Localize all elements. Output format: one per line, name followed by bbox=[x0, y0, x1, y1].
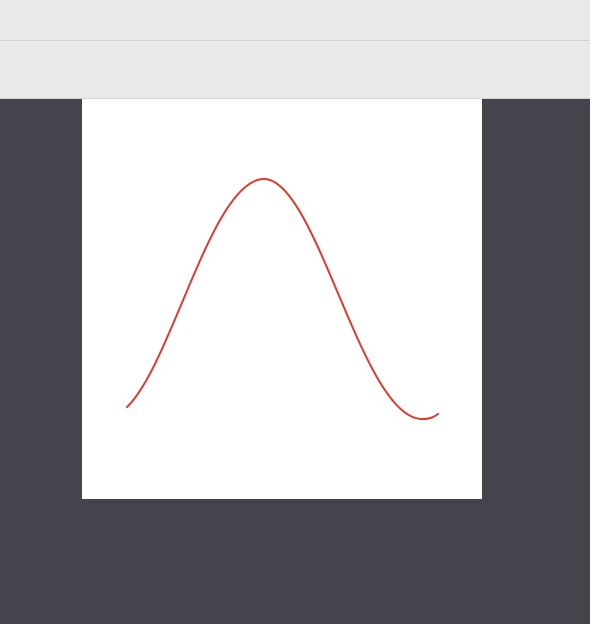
artboard[interactable] bbox=[82, 99, 482, 499]
canvas-workspace[interactable] bbox=[0, 99, 590, 624]
bell-curve-path[interactable] bbox=[126, 177, 439, 421]
artboard-drawing bbox=[126, 177, 439, 421]
options-toolbar bbox=[0, 41, 590, 99]
editor-window bbox=[0, 0, 590, 624]
top-toolbar bbox=[0, 0, 590, 41]
